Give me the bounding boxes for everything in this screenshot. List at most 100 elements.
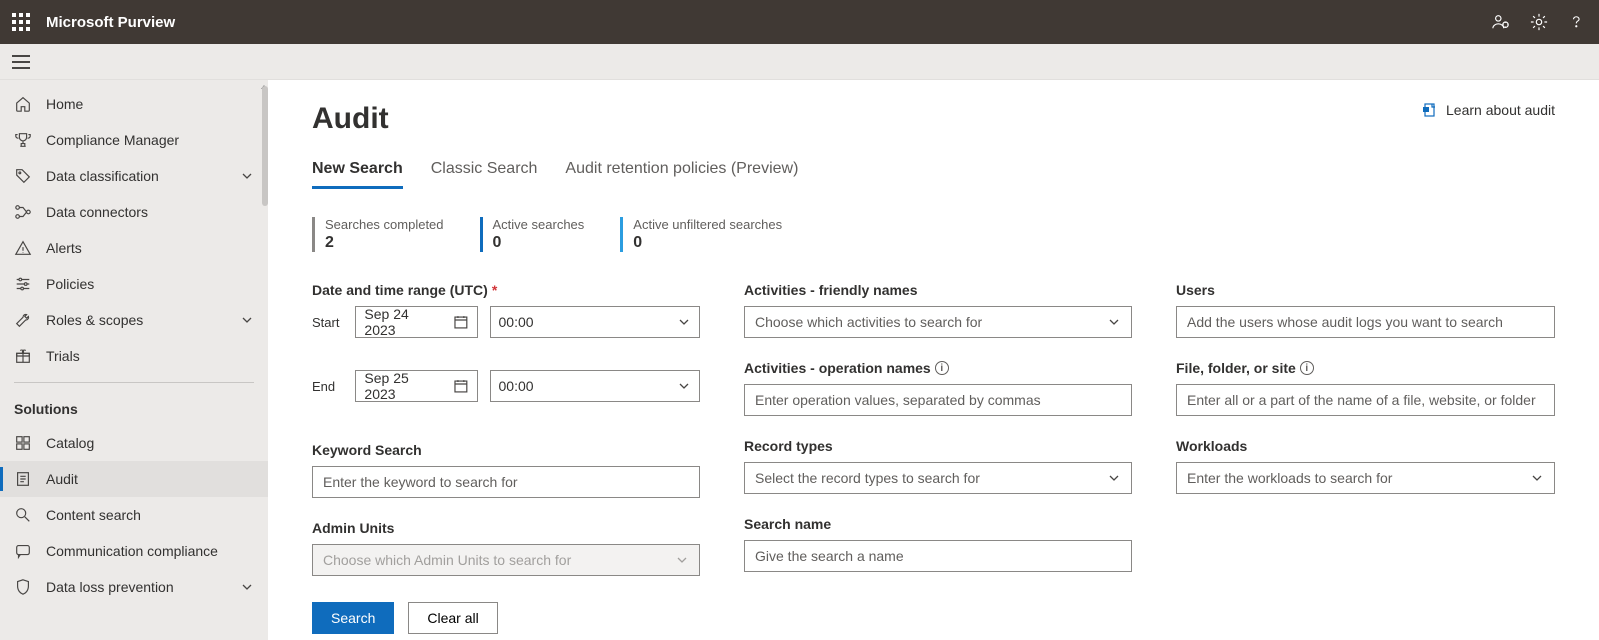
sidebar-item-content-search[interactable]: Content search (0, 497, 268, 533)
end-time-input[interactable]: 00:00 (490, 370, 700, 402)
form-grid: Date and time range (UTC) * Start Sep 24… (312, 282, 1555, 576)
stat-value: 0 (633, 234, 782, 252)
sidebar-item-communication-compliance[interactable]: Communication compliance (0, 533, 268, 569)
sidebar: Home Compliance Manager Data classificat… (0, 80, 268, 640)
field-activities-operation: Activities - operation names i Enter ope… (744, 360, 1132, 416)
sidebar-label: Policies (46, 276, 94, 292)
keyword-input[interactable]: Enter the keyword to search for (312, 466, 700, 498)
sidebar-item-home[interactable]: Home (0, 86, 268, 122)
topbar-right (1491, 12, 1587, 32)
field-activities-friendly: Activities - friendly names Choose which… (744, 282, 1132, 338)
end-date-input[interactable]: Sep 25 2023 (355, 370, 477, 402)
sidebar-item-roles-scopes[interactable]: Roles & scopes (0, 302, 268, 338)
sidebar-label: Home (46, 96, 83, 112)
file-input[interactable]: Enter all or a part of the name of a fil… (1176, 384, 1555, 416)
form-col-2: Activities - friendly names Choose which… (744, 282, 1132, 572)
placeholder-text: Enter the workloads to search for (1187, 470, 1392, 486)
users-input[interactable]: Add the users whose audit logs you want … (1176, 306, 1555, 338)
field-record-types: Record types Select the record types to … (744, 438, 1132, 494)
sidebar-label: Data loss prevention (46, 579, 174, 595)
sidebar-item-data-classification[interactable]: Data classification (0, 158, 268, 194)
settings-gear-icon[interactable] (1529, 12, 1549, 32)
end-row: End Sep 25 2023 00:00 (312, 370, 700, 402)
main-header: Audit Learn about audit (312, 102, 1555, 136)
sidebar-item-trials[interactable]: Trials (0, 338, 268, 374)
record-types-dropdown[interactable]: Select the record types to search for (744, 462, 1132, 494)
sidebar-item-audit[interactable]: Audit (0, 461, 268, 497)
clear-all-button[interactable]: Clear all (408, 602, 497, 634)
field-label-activities-friendly: Activities - friendly names (744, 282, 1132, 298)
end-date-value: Sep 25 2023 (364, 370, 442, 402)
tab-audit-retention-policies[interactable]: Audit retention policies (Preview) (565, 156, 798, 188)
calendar-icon (453, 314, 469, 330)
start-date-input[interactable]: Sep 24 2023 (355, 306, 477, 338)
grid-icon (14, 434, 32, 452)
topbar: Microsoft Purview (0, 0, 1599, 44)
calendar-icon (453, 378, 469, 394)
sidebar-label: Trials (46, 348, 80, 364)
info-icon[interactable]: i (1300, 361, 1314, 375)
sidebar-item-alerts[interactable]: Alerts (0, 230, 268, 266)
stat-label: Searches completed (325, 217, 444, 232)
search-button[interactable]: Search (312, 602, 394, 634)
sidebar-label: Audit (46, 471, 78, 487)
activities-op-input[interactable]: Enter operation values, separated by com… (744, 384, 1132, 416)
stat-active-searches: Active searches 0 (480, 217, 585, 252)
placeholder-text: Enter all or a part of the name of a fil… (1187, 392, 1536, 408)
page-title: Audit (312, 102, 389, 136)
sidebar-label: Compliance Manager (46, 132, 179, 148)
placeholder-text: Enter operation values, separated by com… (755, 392, 1041, 408)
button-row: Search Clear all (312, 602, 1555, 634)
sidebar-item-policies[interactable]: Policies (0, 266, 268, 302)
field-label-users: Users (1176, 282, 1555, 298)
field-label-workloads: Workloads (1176, 438, 1555, 454)
main-content: Audit Learn about audit New Search Class… (268, 80, 1599, 640)
hamburger-strip (0, 44, 1599, 80)
tag-icon (14, 167, 32, 185)
sidebar-solutions-heading: Solutions (0, 391, 268, 425)
tabs: New Search Classic Search Audit retentio… (312, 156, 1555, 189)
learn-link-label: Learn about audit (1446, 102, 1555, 118)
sidebar-item-data-connectors[interactable]: Data connectors (0, 194, 268, 230)
field-users: Users Add the users whose audit logs you… (1176, 282, 1555, 338)
stat-active-unfiltered-searches: Active unfiltered searches 0 (620, 217, 782, 252)
sidebar-divider (14, 382, 254, 383)
chevron-down-icon (675, 553, 689, 567)
placeholder-text: Enter the keyword to search for (323, 474, 518, 490)
end-time-value: 00:00 (499, 378, 534, 394)
sidebar-label: Roles & scopes (46, 312, 143, 328)
field-label-record-types: Record types (744, 438, 1132, 454)
start-row: Start Sep 24 2023 00:00 (312, 306, 700, 338)
chevron-down-icon (677, 379, 691, 393)
hamburger-icon[interactable] (12, 55, 30, 69)
chat-icon (14, 542, 32, 560)
learn-about-audit-link[interactable]: Learn about audit (1422, 102, 1555, 118)
end-label: End (312, 379, 343, 394)
stat-label: Active unfiltered searches (633, 217, 782, 232)
activities-friendly-dropdown[interactable]: Choose which activities to search for (744, 306, 1132, 338)
info-icon[interactable]: i (935, 361, 949, 375)
chevron-down-icon (1107, 471, 1121, 485)
workloads-dropdown[interactable]: Enter the workloads to search for (1176, 462, 1555, 494)
app-launcher-icon[interactable] (12, 13, 30, 31)
field-keyword-search: Keyword Search Enter the keyword to sear… (312, 442, 700, 498)
start-time-value: 00:00 (499, 314, 534, 330)
field-file-folder-site: File, folder, or site i Enter all or a p… (1176, 360, 1555, 416)
tab-new-search[interactable]: New Search (312, 156, 403, 188)
field-label-activities-op: Activities - operation names i (744, 360, 1132, 376)
placeholder-text: Add the users whose audit logs you want … (1187, 314, 1503, 330)
people-settings-icon[interactable] (1491, 12, 1511, 32)
app-title: Microsoft Purview (46, 14, 175, 31)
tab-classic-search[interactable]: Classic Search (431, 156, 538, 188)
help-icon[interactable] (1567, 12, 1587, 32)
sidebar-item-data-loss-prevention[interactable]: Data loss prevention (0, 569, 268, 605)
field-label-admin-units: Admin Units (312, 520, 700, 536)
search-name-input[interactable]: Give the search a name (744, 540, 1132, 572)
search-icon (14, 506, 32, 524)
placeholder-text: Choose which activities to search for (755, 314, 982, 330)
stats-row: Searches completed 2 Active searches 0 A… (312, 217, 1555, 252)
start-time-input[interactable]: 00:00 (490, 306, 700, 338)
sidebar-item-compliance-manager[interactable]: Compliance Manager (0, 122, 268, 158)
field-date-range: Date and time range (UTC) * Start Sep 24… (312, 282, 700, 420)
sidebar-item-catalog[interactable]: Catalog (0, 425, 268, 461)
